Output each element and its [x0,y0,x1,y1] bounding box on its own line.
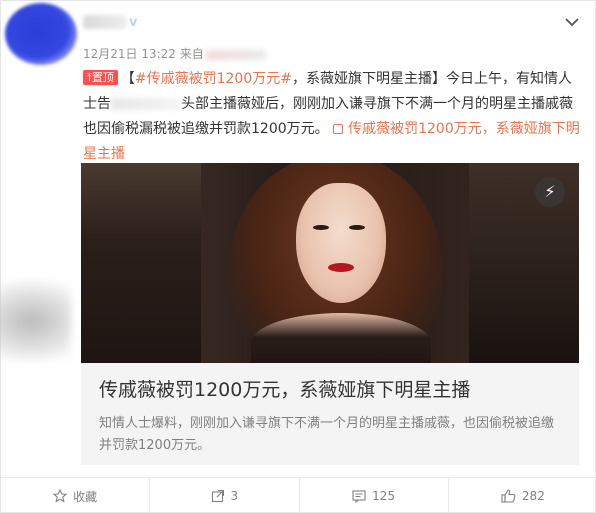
username-redacted[interactable] [83,15,127,29]
weibo-post-card: v 12月21日 13:22 来自 ⤒置顶 【#传戚薇被罚1200万元#，系薇娅… [0,0,596,513]
thumbs-up-icon [501,489,516,503]
article-description: 知情人士爆料，刚刚加入谦寻旗下不满一个月的明星主播戚薇，也因偷税被追缴并罚款12… [99,416,555,453]
link-icon [333,124,344,134]
favorite-button[interactable]: 收藏 [1,478,151,513]
text-redacted [111,98,181,110]
repost-count: 3 [230,489,239,503]
action-bar: 收藏 3 125 282 [1,477,596,513]
image-eye-right [349,225,365,230]
topic-link[interactable]: #传戚薇被罚1200万元# [135,71,292,87]
lightning-icon[interactable]: ⚡ [535,177,565,207]
chevron-down-icon[interactable] [563,13,581,31]
favorite-label: 收藏 [73,489,98,504]
repost-icon [211,489,224,503]
comment-button[interactable]: 125 [300,478,449,513]
image-background-left [81,163,201,363]
post-text: ⤒置顶 【#传戚薇被罚1200万元#，系薇娅旗下明星主播】今日上午，有知情人士告… [83,67,583,167]
pin-badge: ⤒置顶 [83,70,118,85]
post-timestamp[interactable]: 12月21日 13:22 来自 [83,47,204,61]
repost-button[interactable]: 3 [150,478,300,513]
like-button[interactable]: 282 [449,478,596,513]
comment-icon [352,490,366,503]
like-count: 282 [521,489,545,503]
pin-label: 置顶 [91,71,114,84]
image-eye-left [313,225,329,230]
redaction-blur [0,281,71,361]
image-lips [328,263,354,272]
source-redacted [205,49,266,60]
verified-icon: v [129,15,138,30]
article-title[interactable]: 传戚薇被罚1200万元，系薇娅旗下明星主播 [99,375,470,402]
star-icon [53,489,68,503]
image-face [296,183,386,303]
article-image[interactable]: ⚡ [81,163,579,363]
article-card[interactable]: ⚡ 传戚薇被罚1200万元，系薇娅旗下明星主播 知情人士爆料，刚刚加入谦寻旗下不… [81,163,579,465]
bracket-open: 【 [120,71,135,87]
comment-count: 125 [372,489,396,503]
post-meta: 12月21日 13:22 来自 [83,45,266,62]
post-headline: ，系薇娅旗下明星主播】 [291,71,446,87]
avatar[interactable] [5,3,77,65]
